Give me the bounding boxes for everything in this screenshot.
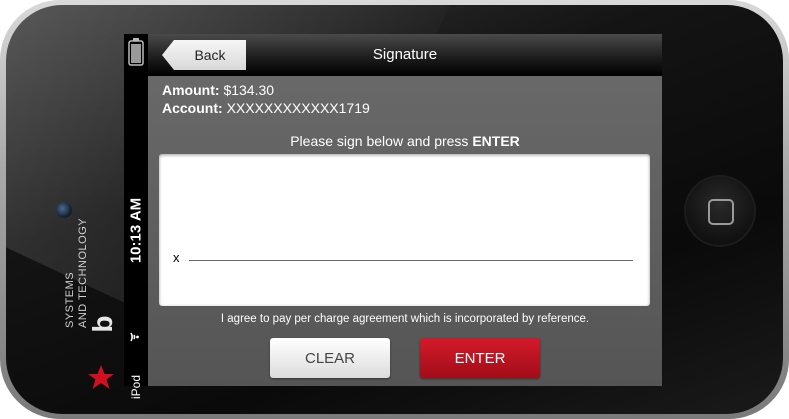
signature-pad[interactable]: x <box>159 154 650 306</box>
amount-label: Amount: <box>162 82 220 98</box>
signature-line <box>189 260 633 261</box>
wifi-icon <box>130 332 139 342</box>
account-value: XXXXXXXXXXXX1719 <box>226 100 370 116</box>
amount-row: Amount: $134.30 <box>162 81 370 99</box>
signature-x-mark: x <box>173 250 180 265</box>
back-button-label: Back <box>194 47 226 63</box>
ipod-device: SYSTEMS AND TECHNOLOGY b 10:13 AM iPod B… <box>0 0 789 419</box>
brand-letter: b <box>87 315 118 333</box>
sign-instruction: Please sign below and press ENTER <box>148 133 662 149</box>
battery-icon <box>128 38 144 66</box>
home-square-icon <box>708 199 734 225</box>
status-bar: 10:13 AM iPod <box>124 34 148 399</box>
back-button[interactable]: Back <box>162 40 246 70</box>
clear-button[interactable]: CLEAR <box>270 338 390 378</box>
instruction-keyword: ENTER <box>472 133 520 149</box>
transaction-info: Amount: $134.30 Account: XXXXXXXXXXXX171… <box>162 81 370 117</box>
nav-bar: Back Signature <box>148 34 662 76</box>
brand-text: SYSTEMS AND TECHNOLOGY <box>64 158 90 328</box>
instruction-text: Please sign below and press <box>290 133 469 149</box>
screen: Back Signature Amount: $134.30 Account: … <box>148 34 662 386</box>
status-time: 10:13 AM <box>127 197 145 264</box>
home-button-icon[interactable] <box>684 175 756 247</box>
status-carrier: iPod <box>129 374 143 400</box>
amount-value: $134.30 <box>223 82 275 98</box>
enter-button[interactable]: ENTER <box>420 338 540 378</box>
account-label: Account: <box>162 100 223 116</box>
brand-text-line1: SYSTEMS <box>64 271 76 328</box>
account-row: Account: XXXXXXXXXXXX1719 <box>162 99 370 117</box>
agreement-text: I agree to pay per charge agreement whic… <box>220 313 590 325</box>
brand-text-line2: AND TECHNOLOGY <box>77 217 89 328</box>
star-icon <box>88 365 114 389</box>
